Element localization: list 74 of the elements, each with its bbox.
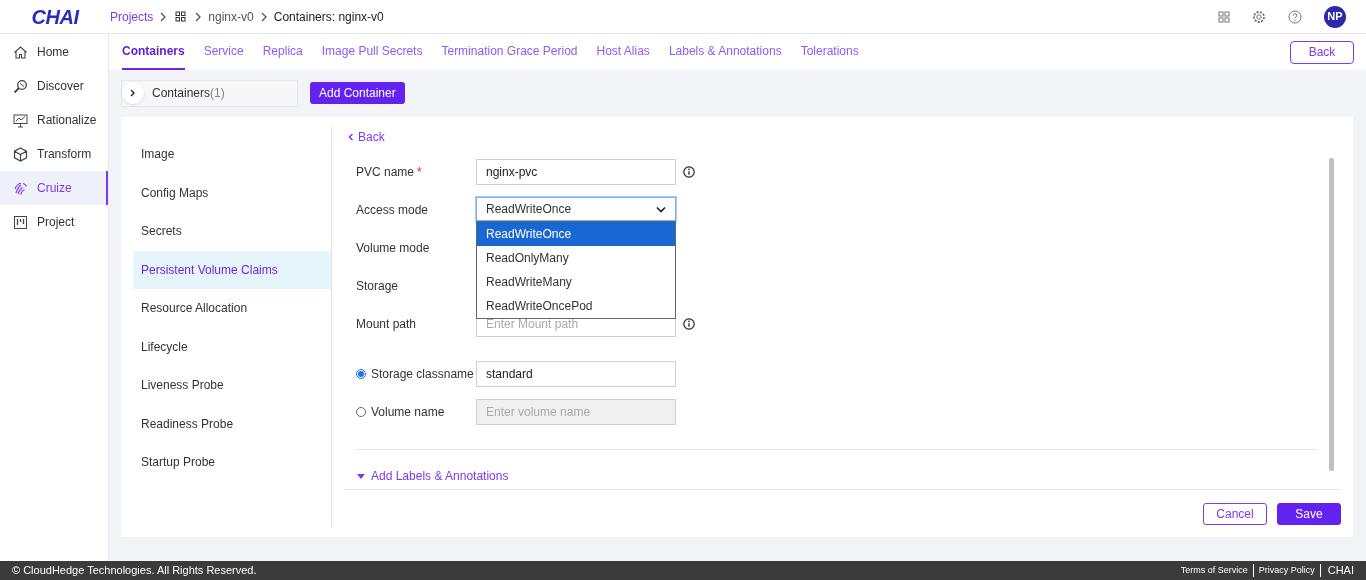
home-icon [13, 44, 28, 60]
section-menu-item[interactable]: Startup Probe [133, 443, 331, 482]
breadcrumb-current: Containers: nginx-v0 [273, 8, 384, 26]
help-icon [1288, 9, 1302, 24]
caret-icon [356, 472, 366, 480]
required-mark: * [417, 165, 422, 179]
back-link[interactable]: Back [344, 129, 1341, 145]
chevron-down-icon [656, 205, 666, 213]
sidebar-item[interactable]: Home [0, 35, 108, 69]
field-label: Access mode [356, 202, 429, 219]
field-label: Volume name [371, 404, 445, 421]
chevron-right-icon [194, 10, 203, 23]
user-avatar[interactable]: NP [1324, 5, 1346, 28]
footer-brand: CHAI [1326, 563, 1354, 579]
board-icon [13, 214, 28, 230]
field-label: PVC name * [356, 164, 422, 181]
input-field[interactable]: nginx-pvc [476, 159, 676, 185]
footer-link[interactable]: Terms of Service [1175, 563, 1254, 578]
chart-board-icon [13, 112, 28, 128]
cube-icon [13, 146, 28, 162]
containers-panel[interactable]: Containers(1) [121, 79, 298, 107]
sidebar-item[interactable]: Project [0, 205, 108, 239]
sidebar-item[interactable]: Discover [0, 69, 108, 103]
tab[interactable]: Termination Grace Period [441, 34, 578, 70]
chevron-left-icon [348, 133, 354, 141]
field-label: Storage [356, 278, 399, 295]
tab[interactable]: Containers [122, 34, 185, 70]
expand-button[interactable] [122, 82, 144, 104]
select-field[interactable]: ReadWriteOnce [476, 197, 676, 221]
sidebar-item[interactable]: Cruize [0, 171, 108, 205]
section-menu-item[interactable]: Resource Allocation [133, 289, 331, 328]
back-button[interactable]: Back [1290, 40, 1354, 64]
tab[interactable]: Image Pull Secrets [321, 34, 423, 70]
breadcrumb-link[interactable]: nginx-v0 [208, 7, 254, 26]
footer-link[interactable]: Privacy Policy [1253, 563, 1321, 578]
section-menu-item[interactable]: Image [133, 135, 331, 174]
tab[interactable]: Labels & Annotations [668, 34, 782, 70]
chevron-right-icon [259, 10, 268, 23]
tab[interactable]: Host Alias [596, 34, 650, 70]
section-menu-item[interactable]: Persistent Volume Claims [133, 250, 331, 289]
section-menu-item[interactable]: Secrets [133, 212, 331, 251]
apps-grid-icon [1218, 10, 1230, 23]
grid-icon [175, 11, 187, 22]
tab[interactable]: Service [203, 34, 244, 70]
sidebar-item[interactable]: Transform [0, 137, 108, 171]
scrollbar[interactable] [1329, 158, 1334, 471]
chevron-icon [129, 89, 137, 97]
copyright-text: © CloudHedge Technologies. All Rights Reserved. [12, 563, 257, 579]
field-label: Volume mode [356, 240, 430, 257]
magnifier-icon [13, 78, 28, 94]
section-menu-item[interactable]: Readiness Probe [133, 404, 331, 443]
section-menu-item[interactable]: Config Maps [133, 173, 331, 212]
chevron-right-icon [159, 10, 168, 23]
field-label: Mount path [356, 316, 417, 333]
input-field[interactable]: standard [476, 361, 676, 387]
radio-button[interactable] [356, 369, 366, 379]
tab[interactable]: Tolerations [800, 34, 859, 70]
cancel-button[interactable]: Cancel [1203, 502, 1267, 525]
add-container-button[interactable]: Add Container [310, 82, 405, 104]
settings-icon [1252, 9, 1266, 24]
panel-title: Containers(1) [152, 85, 225, 102]
breadcrumb-link[interactable]: Projects [110, 7, 154, 26]
save-button[interactable]: Save [1277, 502, 1341, 525]
dropdown-option[interactable]: ReadWriteMany [477, 270, 675, 294]
tab[interactable]: Replica [262, 34, 303, 70]
section-menu-item[interactable]: Lifecycle [133, 327, 331, 366]
field-label: Storage classname [371, 366, 474, 383]
dropdown-option[interactable]: ReadOnlyMany [477, 246, 675, 270]
logo: CHAI [30, 4, 81, 30]
add-labels-link[interactable]: Add Labels & Annotations [356, 467, 1317, 485]
sidebar-item[interactable]: Rationalize [0, 103, 108, 137]
fingerprint-icon [13, 180, 28, 196]
dropdown-option[interactable]: ReadWriteOnce [477, 222, 675, 246]
section-menu-item[interactable]: Liveness Probe [133, 366, 331, 405]
